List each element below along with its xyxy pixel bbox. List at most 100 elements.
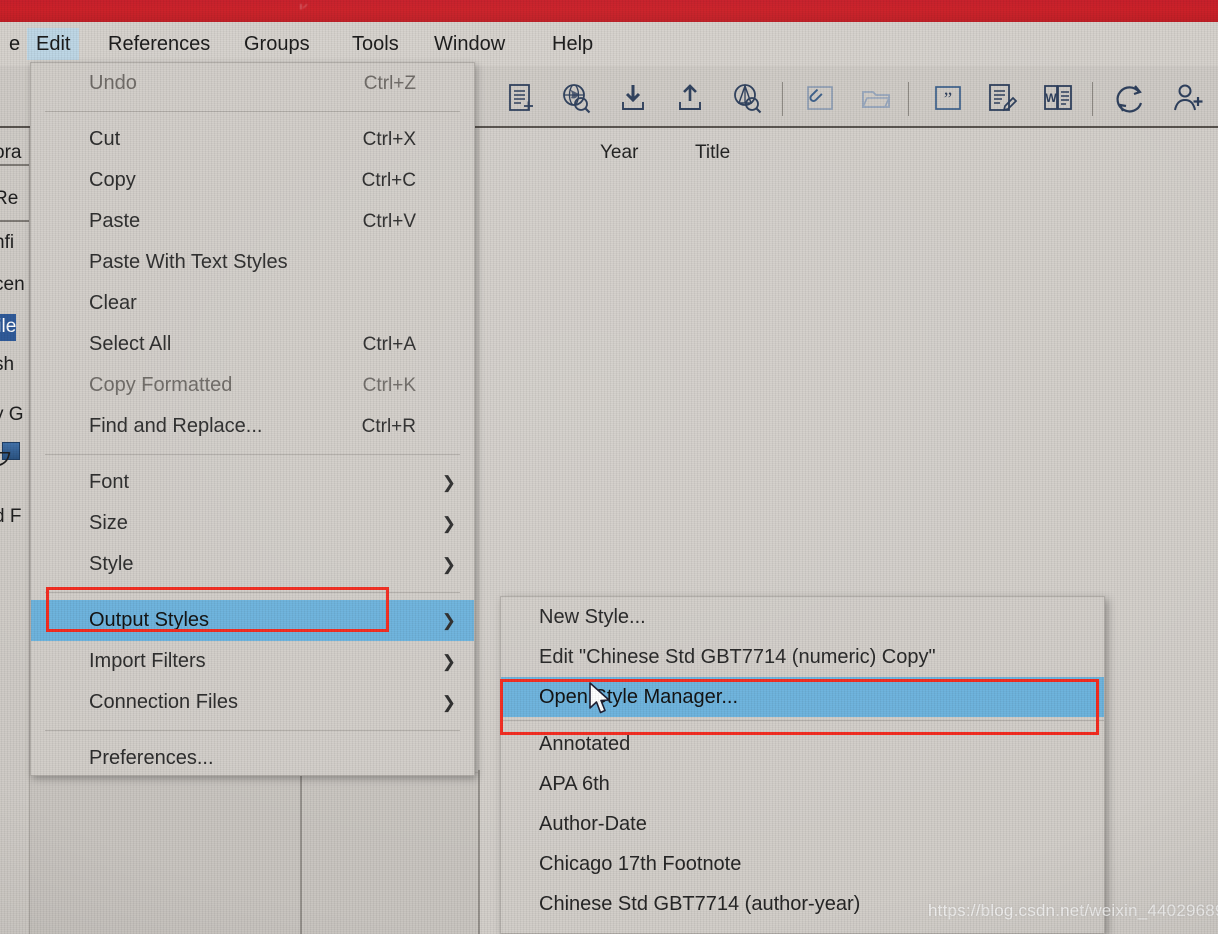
menu-item-import-filters[interactable]: Import Filters ❯ [31, 641, 474, 682]
window-title-bar: ᴵ⸍ [0, 0, 1218, 22]
menu-item-select-all[interactable]: Select All Ctrl+A [31, 324, 474, 365]
menu-item-connection-files[interactable]: Connection Files ❯ [31, 682, 474, 723]
menu-item-copy[interactable]: Copy Ctrl+C [31, 160, 474, 201]
export-references-icon[interactable] [670, 78, 710, 118]
sidebar-item-item[interactable]: フ [0, 444, 13, 471]
menu-item-label: Connection Files [89, 691, 238, 713]
new-reference-icon[interactable] [500, 78, 540, 118]
menu-item-preferences[interactable]: Preferences... [31, 738, 474, 779]
chevron-right-icon: ❯ [441, 693, 456, 712]
menu-item-label: Paste [89, 210, 141, 232]
submenu-item-apa-6th[interactable]: APA 6th [501, 764, 1104, 804]
menu-item-copy-formatted[interactable]: Copy Formatted Ctrl+K [31, 365, 474, 406]
attach-file-icon[interactable] [800, 78, 840, 118]
toolbar-separator [782, 82, 783, 116]
menubar-item-references[interactable]: References [99, 28, 219, 60]
edit-dropdown-menu: Undo Ctrl+Z Cut Ctrl+X Copy Ctrl+C Paste Ctrl+V… [30, 62, 475, 776]
svg-text:W: W [1045, 91, 1057, 105]
menu-item-label: Copy [89, 169, 136, 191]
find-full-text-pdf-icon[interactable] [727, 78, 767, 118]
open-file-folder-icon[interactable] [856, 78, 896, 118]
menu-item-label: Find and Replace... [89, 415, 263, 437]
toolbar-separator [908, 82, 909, 116]
sidebar-divider [0, 220, 29, 222]
menu-item-output-styles[interactable]: Output Styles ❯ [31, 600, 474, 641]
left-sidebar-panel: ora Re nfi cen file sh y G フ d F [0, 128, 30, 934]
menu-item-shortcut: Ctrl+X [362, 129, 416, 150]
menu-bar: e Edit References Groups Tools Window Help [0, 22, 1218, 66]
menu-item-label: Undo [89, 72, 137, 94]
menubar-item-tools[interactable]: Tools [343, 28, 408, 60]
menu-item-shortcut: Ctrl+A [362, 334, 416, 355]
output-styles-submenu: New Style... Edit "Chinese Std GBT7714 (n… [500, 596, 1105, 934]
column-header-year[interactable]: Year [600, 142, 638, 164]
submenu-item-chicago-17th-footnote[interactable]: Chicago 17th Footnote [501, 844, 1104, 884]
chevron-right-icon: ❯ [441, 611, 456, 630]
menu-item-font[interactable]: Font ❯ [31, 462, 474, 503]
menu-item-shortcut: Ctrl+R [361, 416, 416, 437]
sidebar-divider [0, 164, 29, 166]
menu-item-label: Font [89, 471, 130, 493]
menubar-item-groups[interactable]: Groups [235, 28, 319, 60]
preview-pane [302, 772, 478, 934]
menu-item-shortcut: Ctrl+V [362, 211, 416, 232]
menu-item-label: Clear [89, 292, 137, 314]
menu-item-label: Import Filters [89, 650, 206, 672]
column-header-title[interactable]: Title [695, 142, 730, 164]
toolbar-separator [1092, 82, 1093, 116]
sidebar-item-re[interactable]: Re [0, 188, 18, 210]
submenu-item-annotated[interactable]: Annotated [501, 724, 1104, 764]
window-title-text: ᴵ⸍ [300, 3, 309, 15]
sidebar-item-file[interactable]: file [0, 314, 17, 341]
menu-item-label: Select All [89, 333, 172, 355]
menu-item-size[interactable]: Size ❯ [31, 503, 474, 544]
sidebar-item-cen[interactable]: cen [0, 274, 25, 296]
menu-item-label: Cut [89, 128, 121, 150]
sync-library-icon[interactable] [1110, 78, 1150, 118]
submenu-item-new-style[interactable]: New Style... [501, 597, 1104, 637]
sidebar-item-ora[interactable]: ora [0, 142, 21, 164]
svg-text:”: ” [944, 89, 952, 110]
menubar-item-edit[interactable]: Edit [27, 28, 80, 60]
menu-item-label: Paste With Text Styles [89, 251, 288, 273]
menu-separator [45, 111, 460, 112]
menu-item-find-and-replace[interactable]: Find and Replace... Ctrl+R [31, 406, 474, 447]
sidebar-item-d-f[interactable]: d F [0, 506, 21, 528]
chevron-right-icon: ❯ [441, 514, 456, 533]
menu-separator [45, 730, 460, 731]
import-references-icon[interactable] [613, 78, 653, 118]
menu-item-style[interactable]: Style ❯ [31, 544, 474, 585]
online-search-icon[interactable] [556, 78, 596, 118]
submenu-item-author-date[interactable]: Author-Date [501, 804, 1104, 844]
sidebar-item-y-g[interactable]: y G [0, 404, 24, 426]
share-library-icon[interactable] [1168, 78, 1208, 118]
menu-item-shortcut: Ctrl+Z [363, 73, 416, 94]
sidebar-item-nfi[interactable]: nfi [0, 232, 14, 254]
menu-item-label: Preferences... [89, 747, 214, 769]
menu-item-label: Style [89, 553, 134, 575]
menu-item-shortcut: Ctrl+K [362, 375, 416, 396]
menu-item-paste-with-text-styles[interactable]: Paste With Text Styles [31, 242, 474, 283]
menu-item-clear[interactable]: Clear [31, 283, 474, 324]
pane-divider[interactable] [478, 770, 480, 934]
menu-item-paste[interactable]: Paste Ctrl+V [31, 201, 474, 242]
edit-reference-icon[interactable] [982, 78, 1022, 118]
menubar-item-e[interactable]: e [0, 28, 29, 60]
chevron-right-icon: ❯ [441, 473, 456, 492]
menu-item-label: Copy Formatted [89, 374, 233, 396]
sidebar-item-sh[interactable]: sh [0, 354, 14, 376]
insert-citation-icon[interactable]: ” [928, 78, 968, 118]
submenu-item-edit-chinese-std-gbt7714-numeric-copy[interactable]: Edit "Chinese Std GBT7714 (numeric) Copy… [501, 637, 1104, 677]
menu-item-undo[interactable]: Undo Ctrl+Z [31, 63, 474, 104]
menu-item-cut[interactable]: Cut Ctrl+X [31, 119, 474, 160]
menu-item-label: Size [89, 512, 128, 534]
chevron-right-icon: ❯ [441, 652, 456, 671]
menubar-item-window[interactable]: Window [425, 28, 514, 60]
menu-item-shortcut: Ctrl+C [361, 170, 416, 191]
submenu-item-chinese-std-gbt7714-numeric[interactable]: Chinese Std GBT7714 (numeric) [501, 924, 1104, 933]
mouse-pointer [588, 682, 614, 721]
watermark-url: https://blog.csdn.net/weixin_44029689 [928, 901, 1218, 920]
menubar-item-help[interactable]: Help [543, 28, 602, 60]
chevron-right-icon: ❯ [441, 555, 456, 574]
format-word-document-icon[interactable]: W [1038, 78, 1078, 118]
